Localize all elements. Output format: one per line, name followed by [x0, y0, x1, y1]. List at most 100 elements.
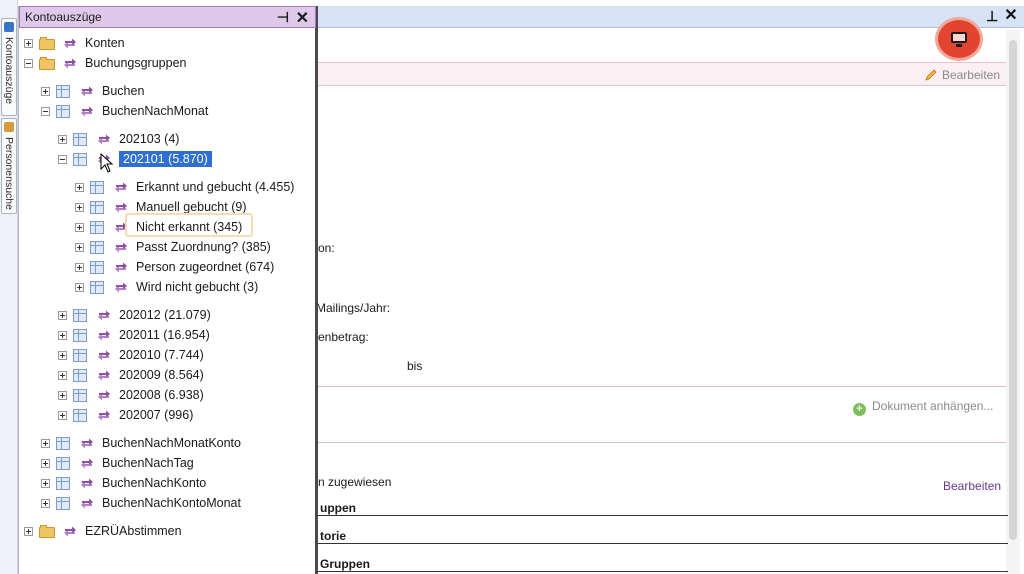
tree-node-label: BuchenNachMonatKonto — [102, 436, 241, 450]
tree-node[interactable]: 202103 (4) — [58, 130, 179, 148]
tab-personensuche-label: Personensuche — [3, 137, 15, 210]
expand-icon[interactable] — [58, 410, 67, 420]
expand-icon[interactable] — [41, 438, 50, 448]
expand-icon[interactable] — [75, 182, 84, 192]
table-icon — [56, 476, 70, 490]
tree-node-label: 202101 (5.870) — [119, 151, 212, 167]
underline — [318, 515, 1008, 516]
tree-node-label: EZRÜAbstimmen — [85, 524, 182, 538]
tree-node-label: BuchenNachTag — [102, 456, 194, 470]
expand-icon[interactable] — [58, 310, 67, 320]
tree-node[interactable]: 202009 (8.564) — [58, 366, 204, 384]
table-icon — [56, 456, 70, 470]
section-divider — [316, 386, 1006, 387]
tree-node[interactable]: 202101 (5.870) — [58, 150, 212, 168]
table-icon — [73, 348, 87, 362]
folder-icon — [39, 524, 55, 538]
tree-node[interactable]: Passt Zuordnung? (385) — [75, 238, 271, 256]
screen-share-button[interactable] — [938, 20, 980, 58]
transfer-icon — [97, 329, 111, 342]
collapse-icon[interactable] — [41, 106, 50, 116]
transfer-icon — [97, 389, 111, 402]
tree-node[interactable]: BuchenNachKonto — [41, 474, 206, 492]
underline — [318, 571, 1008, 572]
tab-personensuche[interactable]: Personensuche — [1, 118, 17, 214]
tree-node[interactable]: 202010 (7.744) — [58, 346, 204, 364]
tree-node[interactable]: Konten — [24, 34, 125, 52]
transfer-icon — [114, 281, 128, 294]
tree-node-label: BuchenNachMonat — [102, 104, 209, 118]
fragment-bis: bis — [407, 359, 423, 373]
main-pin-icon[interactable]: ⊥ — [986, 8, 998, 24]
expand-icon[interactable] — [75, 282, 84, 292]
person-search-icon — [4, 122, 14, 132]
tree-node[interactable]: EZRÜAbstimmen — [24, 522, 182, 540]
transfer-icon — [114, 181, 128, 194]
header-band — [316, 62, 1006, 86]
tree-node[interactable]: 202012 (21.079) — [58, 306, 211, 324]
tree-node[interactable]: Person zugeordnet (674) — [75, 258, 274, 276]
tree-node[interactable]: BuchenNachMonatKonto — [41, 434, 241, 452]
collapse-icon[interactable] — [58, 154, 67, 164]
scrollbar-thumb[interactable] — [1009, 40, 1017, 540]
expand-icon[interactable] — [41, 498, 50, 508]
tree-panel-title-bar: Kontoauszüge ⊣ ✕ — [19, 6, 316, 28]
tree-node[interactable]: 202008 (6.938) — [58, 386, 204, 404]
document-attach-button[interactable]: + Dokument anhängen... — [853, 399, 993, 416]
tree-node[interactable]: 202007 (996) — [58, 406, 193, 424]
tree-node-label: BuchenNachKontoMonat — [102, 496, 241, 510]
tree-node[interactable]: BuchenNachTag — [41, 454, 194, 472]
tree-node[interactable]: Buchen — [41, 82, 144, 100]
expand-icon[interactable] — [75, 262, 84, 272]
tree-node[interactable]: BuchenNachKontoMonat — [41, 494, 241, 512]
fragment-zugewiesen: n zugewiesen — [318, 475, 392, 489]
bearbeiten-top-button[interactable]: Bearbeiten — [942, 68, 1000, 82]
mouse-cursor-icon — [100, 153, 114, 173]
tree-node-label: 202007 (996) — [119, 408, 194, 422]
expand-icon[interactable] — [41, 458, 50, 468]
tab-kontoauszuege-label: Kontoauszüge — [3, 37, 15, 105]
main-close-icon[interactable]: ✕ — [1004, 8, 1018, 24]
document-attach-label: Dokument anhängen... — [872, 399, 994, 413]
expand-icon[interactable] — [75, 222, 84, 232]
tree-node[interactable]: 202011 (16.954) — [58, 326, 210, 344]
tree-node-label: 202012 (21.079) — [119, 308, 211, 322]
expand-icon[interactable] — [41, 86, 50, 96]
transfer-icon — [63, 57, 77, 70]
tree-node[interactable]: Buchungsgruppen — [24, 54, 186, 72]
tree-node-label: Passt Zuordnung? (385) — [136, 240, 271, 254]
close-icon[interactable]: ✕ — [296, 8, 309, 28]
transfer-icon — [80, 477, 94, 490]
tree-node[interactable]: Wird nicht gebucht (3) — [75, 278, 258, 296]
expand-icon[interactable] — [75, 242, 84, 252]
transfer-icon — [114, 201, 128, 214]
expand-icon[interactable] — [58, 390, 67, 400]
transfer-icon — [63, 37, 77, 50]
tree-node-label: Konten — [85, 36, 125, 50]
table-icon — [73, 152, 87, 166]
tab-kontoauszuege[interactable]: Kontoauszüge — [1, 18, 17, 116]
tree-panel-title: Kontoauszüge — [25, 10, 102, 24]
expand-icon[interactable] — [41, 478, 50, 488]
collapse-icon[interactable] — [24, 58, 33, 68]
expand-icon[interactable] — [75, 202, 84, 212]
monitor-stand — [956, 44, 962, 47]
tree-node-label: 202009 (8.564) — [119, 368, 204, 382]
expand-icon[interactable] — [58, 350, 67, 360]
expand-icon[interactable] — [58, 330, 67, 340]
tree-node-label: Manuell gebucht (9) — [136, 200, 247, 214]
tree-node[interactable]: Erkannt und gebucht (4.455) — [75, 178, 294, 196]
fragment-torie: torie — [320, 529, 347, 543]
expand-icon[interactable] — [58, 370, 67, 380]
table-icon — [56, 84, 70, 98]
transfer-icon — [63, 525, 77, 538]
tree-node[interactable]: BuchenNachMonat — [41, 102, 208, 120]
pencil-icon — [925, 69, 937, 81]
pin-icon[interactable]: ⊣ — [277, 9, 289, 26]
expand-icon[interactable] — [24, 38, 33, 48]
table-icon — [90, 240, 104, 254]
bearbeiten-link[interactable]: Bearbeiten — [943, 479, 1001, 493]
tree-node-label: Buchungsgruppen — [85, 56, 187, 70]
expand-icon[interactable] — [24, 526, 33, 536]
expand-icon[interactable] — [58, 134, 67, 144]
